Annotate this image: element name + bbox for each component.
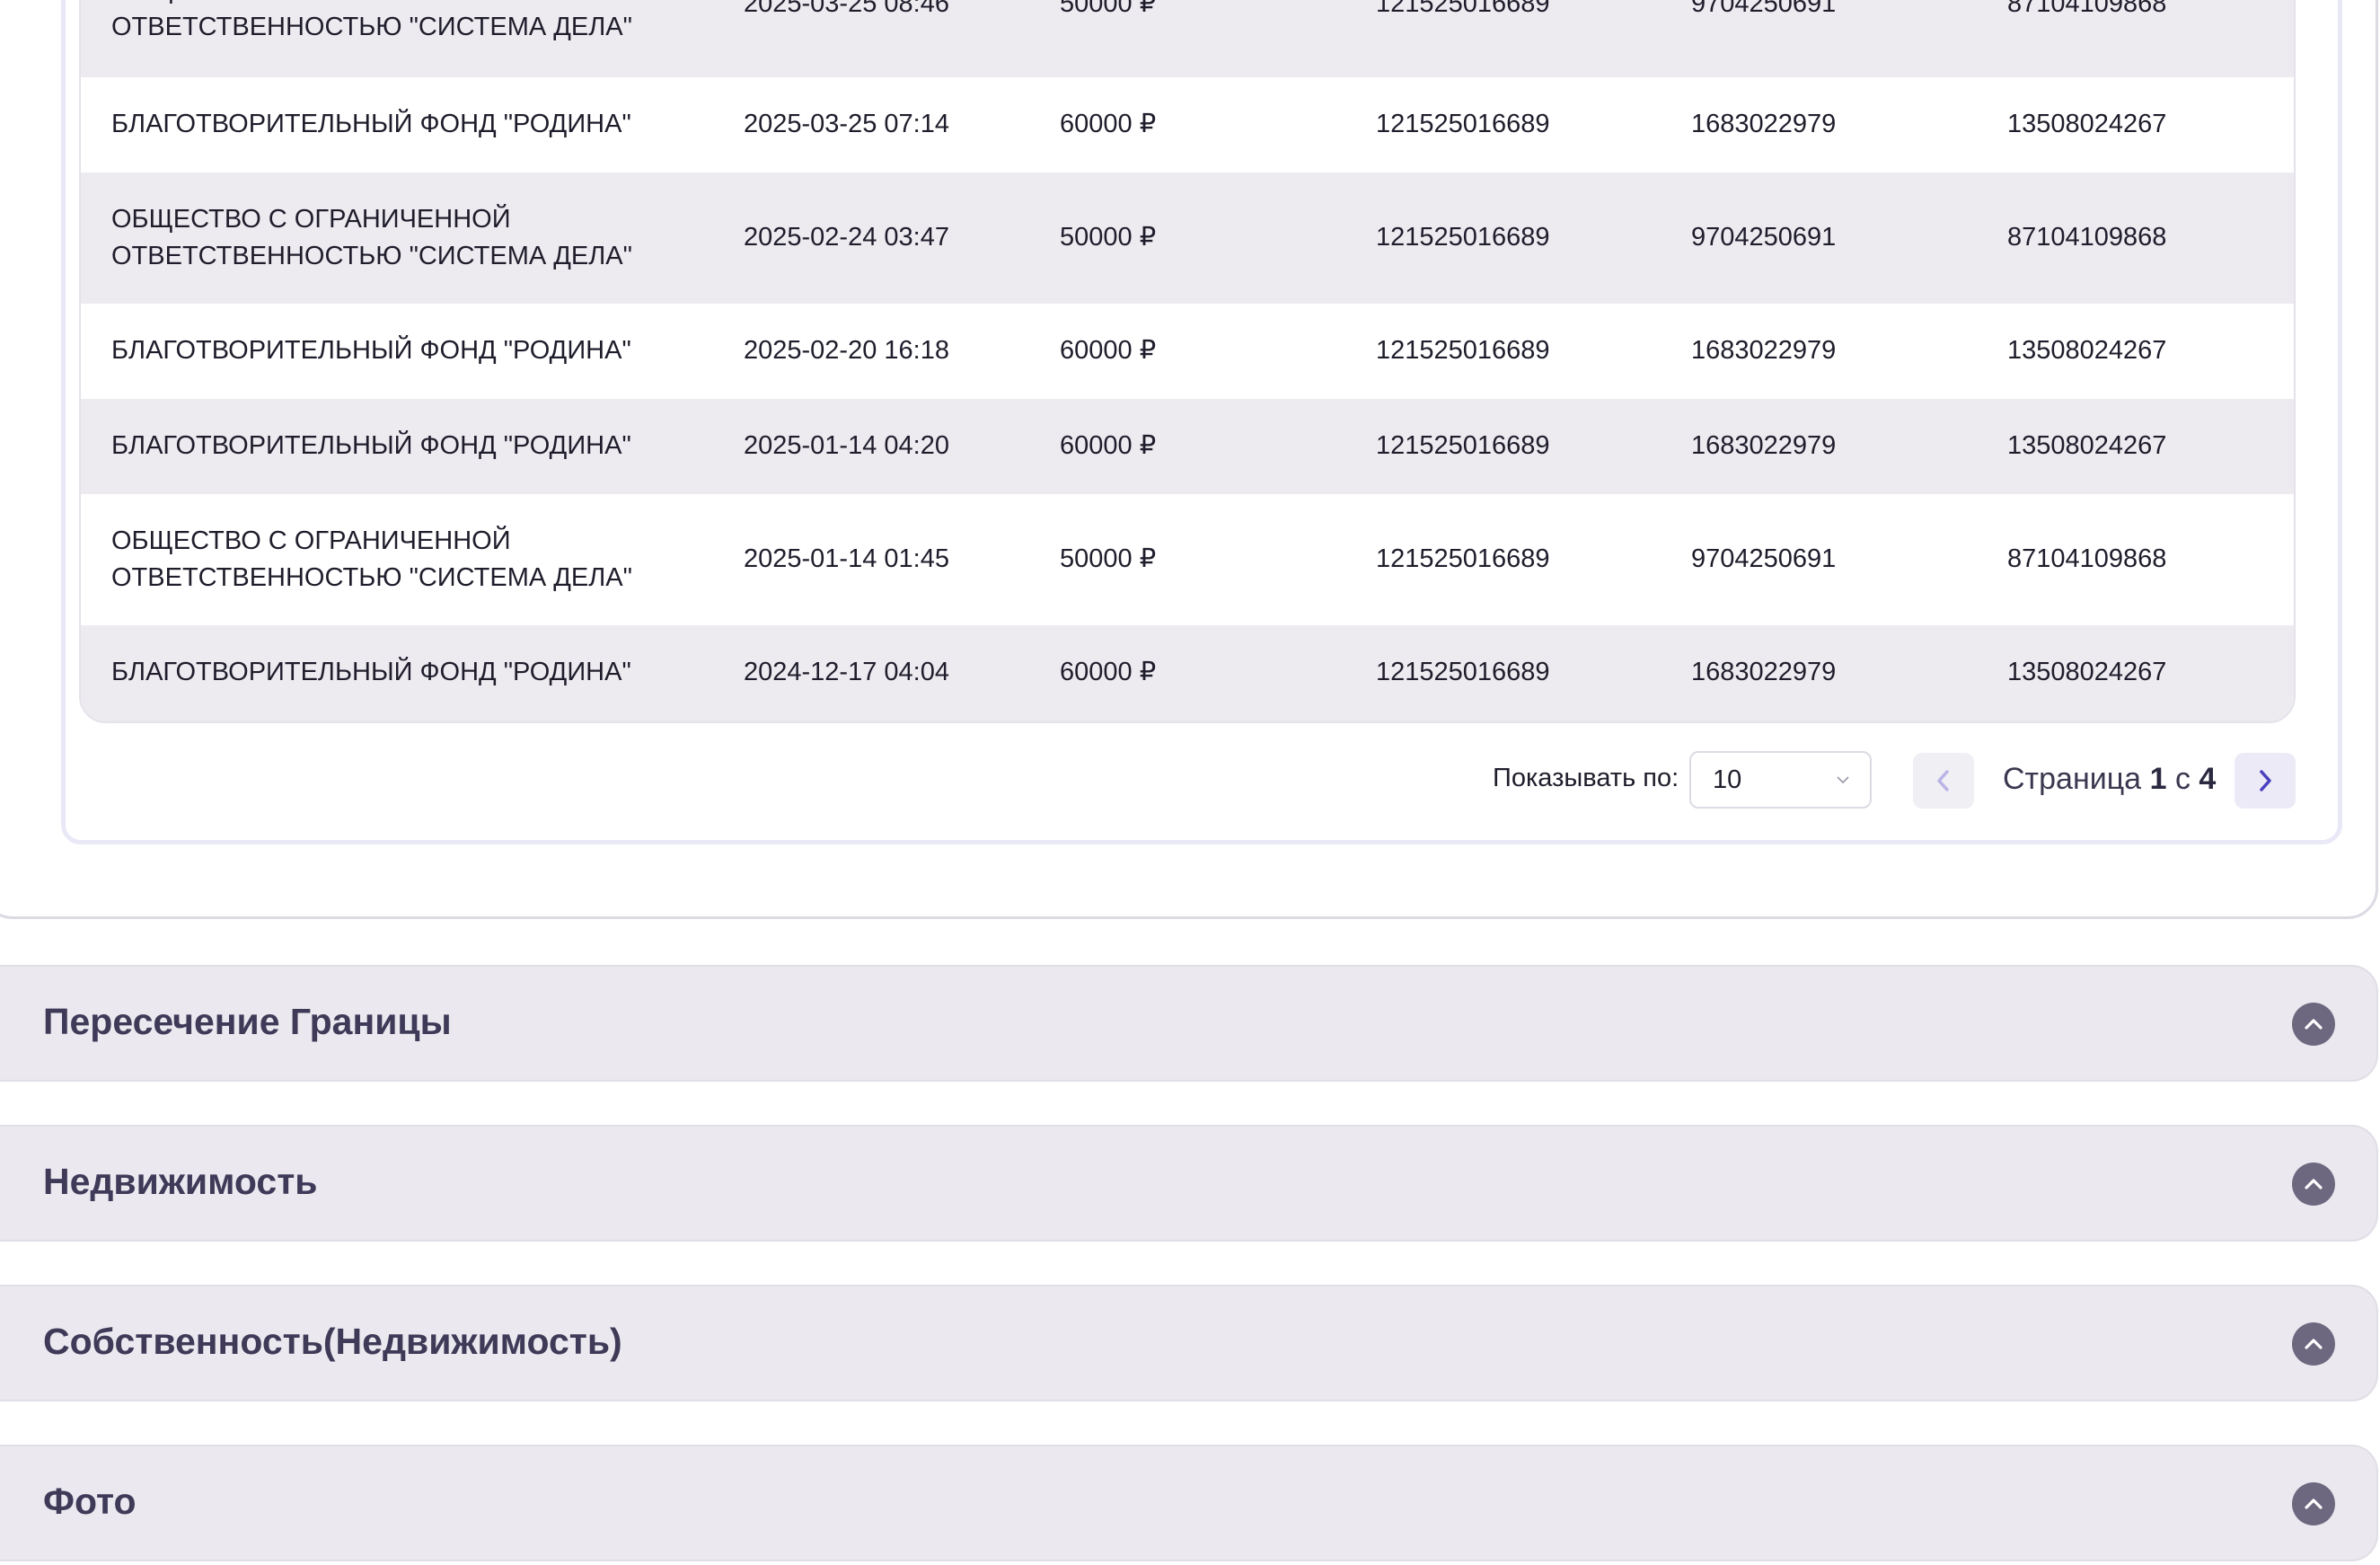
cell-number-c: 13508024267 (2007, 431, 2167, 460)
cell-number-b: 1683022979 (1691, 658, 1837, 686)
cell-number-b: 1683022979 (1691, 431, 1837, 460)
cell-datetime: 2025-02-20 16:18 (744, 336, 949, 365)
cell-amount: 60000 ₽ (1060, 658, 1157, 686)
accordion-real-estate[interactable]: Недвижимость (0, 1125, 2378, 1242)
accordion-property-ownership[interactable]: Собственность(Недвижимость) (0, 1285, 2378, 1401)
cell-number-b: 9704250691 (1691, 0, 1837, 18)
table-row[interactable]: БЛАГОТВОРИТЕЛЬНЫЙ ФОНД "РОДИНА" 2025-03-… (81, 77, 2294, 172)
cell-number-c: 13508024267 (2007, 110, 2167, 138)
chevron-left-icon (1937, 770, 1949, 791)
of-word: с (2174, 762, 2190, 796)
page-size-select[interactable]: 10 (1689, 751, 1872, 809)
cell-number-a: 121525016689 (1376, 544, 1550, 573)
cell-number-a: 121525016689 (1376, 223, 1550, 252)
table-row[interactable]: ОБЩЕСТВО С ОГРАНИЧЕННОЙ ОТВЕТСТВЕННОСТЬЮ… (81, 172, 2294, 304)
page-indicator: Страница 1 с 4 (2003, 762, 2216, 797)
accordion-title: Собственность(Недвижимость) (43, 1321, 622, 1362)
page-word: Страница (2003, 762, 2142, 796)
cell-organization: БЛАГОТВОРИТЕЛЬНЫЙ ФОНД "РОДИНА" (111, 658, 631, 686)
payments-table: ОБЩЕСТВО С ОГРАНИЧЕННОЙ ОТВЕТСТВЕННОСТЬЮ… (79, 0, 2296, 723)
pagination: Показывать по: 10 Страница 1 с 4 (0, 751, 2380, 810)
page-size-value: 10 (1713, 765, 1742, 794)
next-page-button[interactable] (2235, 753, 2296, 809)
page-size-label: Показывать по: (1493, 764, 1679, 792)
cell-datetime: 2024-12-17 04:04 (744, 658, 949, 686)
cell-organization: ОБЩЕСТВО С ОГРАНИЧЕННОЙ ОТВЕТСТВЕННОСТЬЮ… (111, 205, 632, 270)
current-page: 1 (2149, 762, 2167, 796)
cell-amount: 50000 ₽ (1060, 0, 1157, 18)
table-row[interactable]: БЛАГОТВОРИТЕЛЬНЫЙ ФОНД "РОДИНА" 2024-12-… (81, 625, 2294, 721)
cell-datetime: 2025-01-14 01:45 (744, 544, 949, 573)
cell-number-b: 1683022979 (1691, 110, 1837, 138)
cell-amount: 60000 ₽ (1060, 110, 1157, 138)
table-row[interactable]: ОБЩЕСТВО С ОГРАНИЧЕННОЙ ОТВЕТСТВЕННОСТЬЮ… (81, 0, 2294, 77)
cell-amount: 50000 ₽ (1060, 544, 1157, 573)
cell-number-a: 121525016689 (1376, 431, 1550, 460)
chevron-down-icon (1837, 776, 1849, 784)
cell-number-b: 1683022979 (1691, 336, 1837, 365)
cell-organization: ОБЩЕСТВО С ОГРАНИЧЕННОЙ ОТВЕТСТВЕННОСТЬЮ… (111, 526, 632, 592)
cell-datetime: 2025-03-25 08:46 (744, 0, 949, 18)
chevron-up-icon[interactable] (2292, 1163, 2335, 1206)
cell-amount: 50000 ₽ (1060, 223, 1157, 252)
table-row[interactable]: БЛАГОТВОРИТЕЛЬНЫЙ ФОНД "РОДИНА" 2025-02-… (81, 304, 2294, 399)
cell-number-b: 9704250691 (1691, 544, 1837, 573)
accordion-title: Недвижимость (43, 1161, 318, 1202)
cell-number-c: 13508024267 (2007, 658, 2167, 686)
cell-amount: 60000 ₽ (1060, 431, 1157, 460)
accordion-border-crossing[interactable]: Пересечение Границы (0, 965, 2378, 1082)
chevron-right-icon (2260, 770, 2271, 791)
prev-page-button[interactable] (1913, 753, 1974, 809)
chevron-up-icon[interactable] (2292, 1322, 2335, 1366)
total-pages: 4 (2199, 762, 2217, 796)
cell-number-a: 121525016689 (1376, 336, 1550, 365)
cell-number-b: 9704250691 (1691, 223, 1837, 252)
accordion-photo[interactable]: Фото (0, 1445, 2378, 1561)
chevron-up-icon[interactable] (2292, 1003, 2335, 1046)
cell-number-a: 121525016689 (1376, 110, 1550, 138)
chevron-up-icon[interactable] (2292, 1482, 2335, 1525)
cell-number-a: 121525016689 (1376, 0, 1550, 18)
cell-datetime: 2025-01-14 04:20 (744, 431, 949, 460)
cell-number-c: 87104109868 (2007, 0, 2167, 18)
accordion-title: Фото (43, 1481, 137, 1522)
cell-number-a: 121525016689 (1376, 658, 1550, 686)
cell-organization: БЛАГОТВОРИТЕЛЬНЫЙ ФОНД "РОДИНА" (111, 336, 631, 365)
cell-datetime: 2025-02-24 03:47 (744, 223, 949, 252)
accordion-title: Пересечение Границы (43, 1001, 452, 1042)
cell-organization: БЛАГОТВОРИТЕЛЬНЫЙ ФОНД "РОДИНА" (111, 431, 631, 460)
cell-number-c: 13508024267 (2007, 336, 2167, 365)
cell-number-c: 87104109868 (2007, 223, 2167, 252)
cell-datetime: 2025-03-25 07:14 (744, 110, 949, 138)
cell-number-c: 87104109868 (2007, 544, 2167, 573)
cell-organization: БЛАГОТВОРИТЕЛЬНЫЙ ФОНД "РОДИНА" (111, 110, 631, 138)
cell-organization: ОБЩЕСТВО С ОГРАНИЧЕННОЙ ОТВЕТСТВЕННОСТЬЮ… (111, 0, 632, 41)
table-row[interactable]: БЛАГОТВОРИТЕЛЬНЫЙ ФОНД "РОДИНА" 2025-01-… (81, 399, 2294, 494)
cell-amount: 60000 ₽ (1060, 336, 1157, 365)
table-row[interactable]: ОБЩЕСТВО С ОГРАНИЧЕННОЙ ОТВЕТСТВЕННОСТЬЮ… (81, 494, 2294, 625)
